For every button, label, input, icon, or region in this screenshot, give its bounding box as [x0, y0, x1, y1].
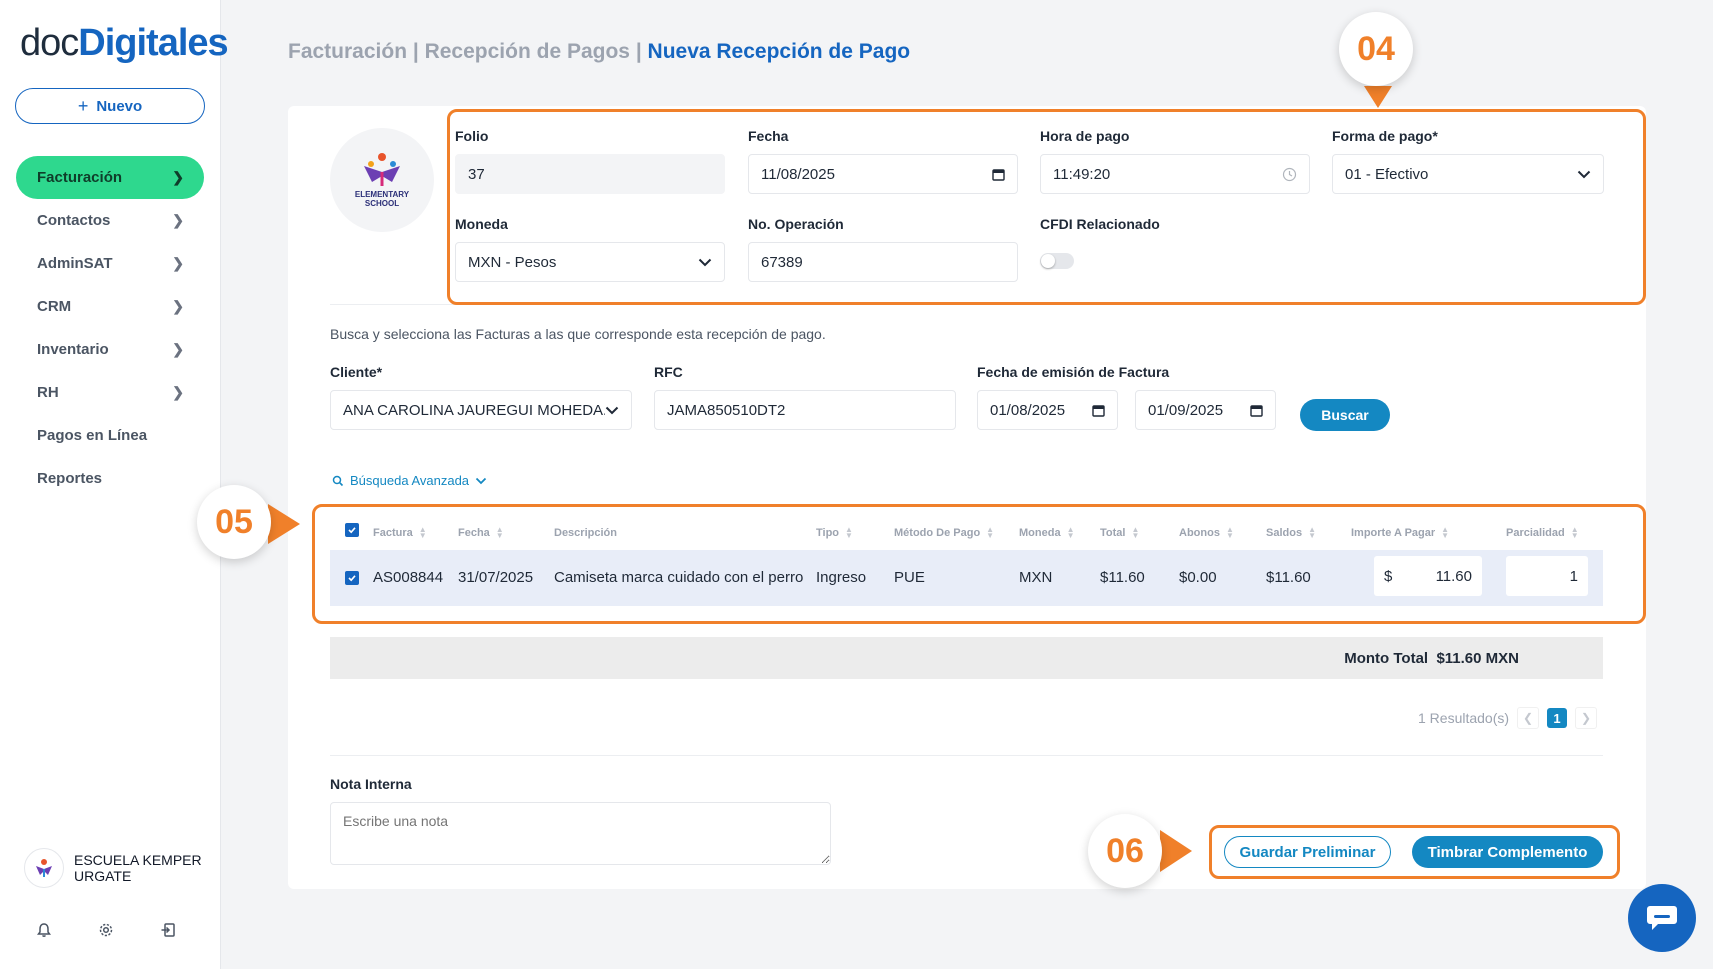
- logo-text-doc: doc: [20, 22, 79, 64]
- breadcrumb-recepcion-pagos[interactable]: Recepción de Pagos: [425, 40, 630, 63]
- breadcrumb-separator: |: [629, 40, 648, 63]
- new-button-label: Nuevo: [96, 97, 143, 115]
- sidebar-item-label: Inventario: [37, 341, 109, 358]
- calendar-icon[interactable]: [1250, 404, 1263, 417]
- chat-icon: [1647, 906, 1677, 930]
- sidebar-item-adminsat[interactable]: AdminSAT ❯: [16, 242, 204, 285]
- sidebar-item-reportes[interactable]: Reportes: [16, 457, 204, 500]
- school-logo: ELEMENTARY SCHOOL: [330, 128, 434, 232]
- fecha-emision-label: Fecha de emisión de Factura: [977, 364, 1170, 380]
- sidebar-item-pagos-en-linea[interactable]: Pagos en Línea: [16, 414, 204, 457]
- prev-page-icon[interactable]: ❮: [1517, 707, 1540, 729]
- chevron-down-icon: [475, 477, 487, 485]
- new-button[interactable]: + Nuevo: [15, 88, 205, 124]
- cliente-select[interactable]: ANA CAROLINA JAUREGUI MOHEDA...: [330, 390, 632, 430]
- sidebar-item-inventario[interactable]: Inventario ❯: [16, 328, 204, 371]
- nota-interna-label: Nota Interna: [330, 776, 412, 792]
- rfc-label: RFC: [654, 364, 683, 380]
- page-title: Nueva Recepción de Pago: [647, 40, 911, 63]
- sidebar-item-label: RH: [37, 384, 59, 401]
- chat-button[interactable]: [1628, 884, 1696, 952]
- calendar-icon[interactable]: [1092, 404, 1105, 417]
- pagination: 1 Resultado(s) ❮ 1 ❯: [1418, 707, 1598, 729]
- gear-icon[interactable]: [98, 922, 114, 938]
- breadcrumb-separator: |: [407, 40, 425, 63]
- breadcrumb: Facturación | Recepción de Pagos | Nueva…: [288, 40, 910, 64]
- chevron-down-icon: [605, 406, 619, 415]
- app-logo[interactable]: docDigitales: [20, 22, 229, 65]
- sidebar-item-label: Contactos: [37, 212, 111, 229]
- next-page-icon[interactable]: ❯: [1575, 707, 1598, 729]
- annotation-badge-06: 06: [1088, 814, 1162, 888]
- user-name: ESCUELA KEMPER URGATE: [74, 852, 202, 884]
- rfc-input[interactable]: JAMA850510DT2: [654, 390, 956, 430]
- total-bar: Monto Total $11.60 MXN: [330, 637, 1603, 679]
- chevron-right-icon: ❯: [172, 298, 184, 314]
- annotation-frame-06: [1209, 825, 1620, 879]
- sidebar-item-rh[interactable]: RH ❯: [16, 371, 204, 414]
- chevron-right-icon: ❯: [172, 255, 184, 271]
- cliente-label: Cliente*: [330, 364, 383, 380]
- buscar-button[interactable]: Buscar: [1300, 399, 1390, 431]
- bell-icon[interactable]: [36, 922, 52, 938]
- plus-icon: +: [77, 95, 89, 116]
- sidebar-item-facturacion[interactable]: Facturación ❯: [16, 156, 204, 199]
- annotation-arrow-05: [268, 504, 300, 544]
- logo-text-digitales: Digitales: [78, 22, 228, 64]
- annotation-badge-05: 05: [197, 485, 271, 559]
- current-page[interactable]: 1: [1547, 708, 1568, 728]
- user-profile[interactable]: ESCUELA KEMPER URGATE: [24, 848, 214, 888]
- rfc-value: JAMA850510DT2: [667, 401, 786, 419]
- school-logo-text: ELEMENTARY SCHOOL: [354, 190, 410, 208]
- divider: [330, 755, 1603, 756]
- sidebar-item-label: Pagos en Línea: [37, 427, 148, 444]
- sidebar-item-label: Facturación: [37, 169, 123, 186]
- avatar: [24, 848, 64, 888]
- search-hint: Busca y selecciona las Facturas a las qu…: [330, 326, 826, 342]
- sidebar-item-contactos[interactable]: Contactos ❯: [16, 199, 204, 242]
- chevron-right-icon: ❯: [172, 341, 184, 357]
- sidebar-item-crm[interactable]: CRM ❯: [16, 285, 204, 328]
- sidebar-bottom-icons: [36, 922, 176, 938]
- advanced-search-label: Búsqueda Avanzada: [350, 473, 470, 488]
- cliente-value: ANA CAROLINA JAUREGUI MOHEDA...: [343, 401, 605, 419]
- logout-icon[interactable]: [160, 922, 176, 938]
- sidebar: docDigitales + Nuevo Facturación ❯ Conta…: [0, 0, 229, 969]
- chevron-right-icon: ❯: [172, 384, 184, 400]
- annotation-arrow-06: [1160, 830, 1192, 872]
- annotation-badge-04: 04: [1339, 12, 1413, 86]
- sidebar-item-label: Reportes: [37, 470, 103, 487]
- annotation-frame-04: [447, 109, 1646, 305]
- sidebar-nav: Facturación ❯ Contactos ❯ AdminSAT ❯ CRM…: [16, 156, 204, 500]
- search-icon: [332, 475, 344, 487]
- breadcrumb-facturacion[interactable]: Facturación: [288, 40, 407, 63]
- monto-total: Monto Total $11.60 MXN: [1344, 650, 1519, 667]
- sidebar-item-label: AdminSAT: [37, 255, 113, 272]
- nota-interna-textarea[interactable]: [330, 802, 831, 865]
- fecha-hasta-input[interactable]: 01/09/2025: [1135, 390, 1276, 430]
- results-count: 1 Resultado(s): [1418, 710, 1510, 726]
- advanced-search-toggle[interactable]: Búsqueda Avanzada: [332, 473, 487, 488]
- sidebar-item-label: CRM: [37, 298, 72, 315]
- fecha-desde-value: 01/08/2025: [990, 401, 1066, 419]
- fecha-desde-input[interactable]: 01/08/2025: [977, 390, 1118, 430]
- school-logo-icon: [364, 153, 400, 186]
- annotation-arrow-04: [1364, 86, 1392, 108]
- chevron-right-icon: ❯: [172, 169, 184, 185]
- school-avatar-icon: [36, 859, 52, 877]
- annotation-frame-05: [312, 504, 1646, 624]
- fecha-hasta-value: 01/09/2025: [1148, 401, 1224, 419]
- chevron-right-icon: ❯: [172, 212, 184, 228]
